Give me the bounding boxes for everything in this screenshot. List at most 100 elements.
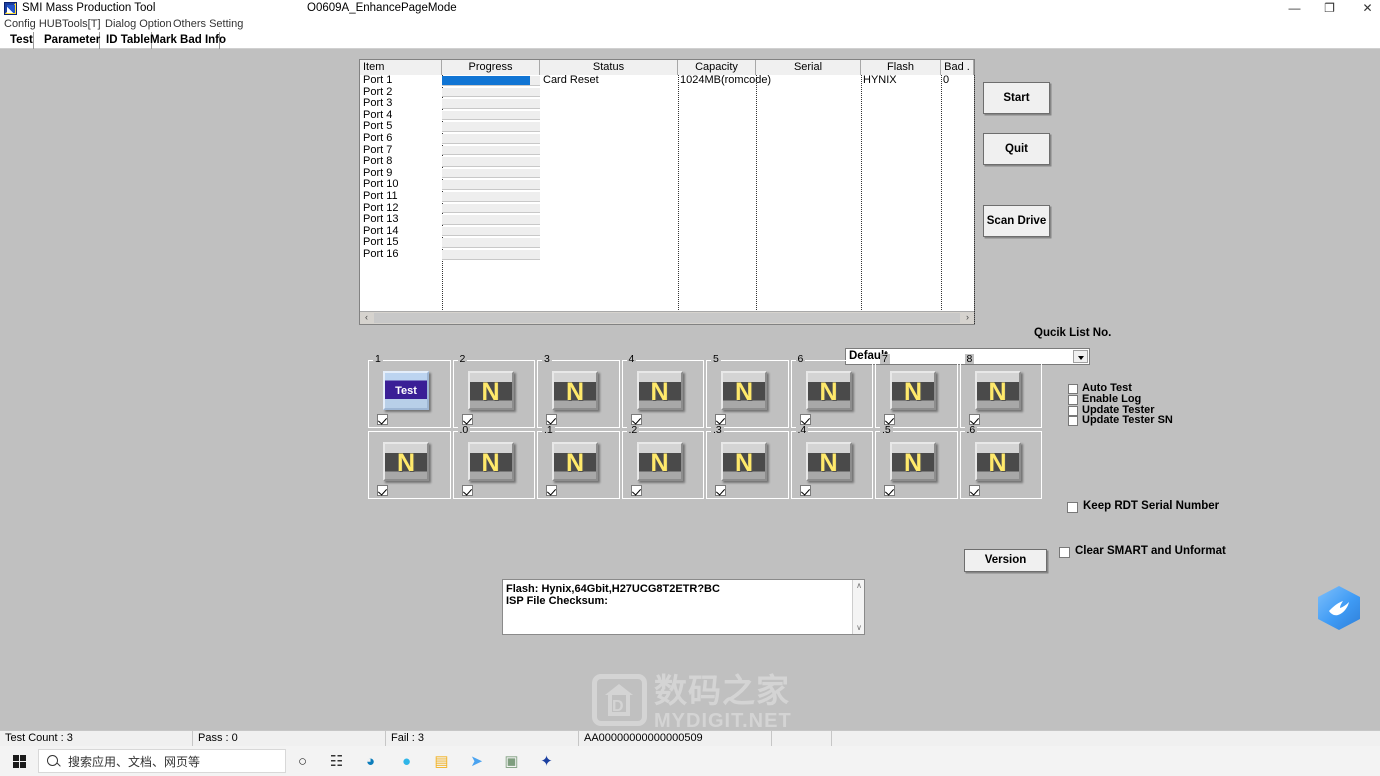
table-row[interactable]: Port 13 [360,214,974,226]
table-row[interactable]: Port 4 [360,109,974,122]
monitor-app-icon[interactable]: ▣ [500,750,523,773]
close-button[interactable]: ✕ [1345,0,1380,17]
tab-mark-bad-info[interactable]: Mark Bad Info [144,32,226,49]
table-row[interactable]: Port 14 [360,225,974,238]
bird-app-icon[interactable]: ➤ [465,750,488,773]
scan-drive-button[interactable]: Scan Drive [983,205,1050,237]
port-tile-group[interactable]: .5 N [875,425,958,499]
column-header-status[interactable]: Status [540,60,678,75]
column-header-progress[interactable]: Progress [442,60,540,75]
file-explorer-icon[interactable]: ▤ [430,750,453,773]
table-row[interactable]: Port 5 [360,121,974,133]
taskbar-search-input[interactable]: 搜索应用、文档、网页等 [38,749,286,773]
port-tile-group[interactable]: .2 N [621,425,704,499]
port-chip-idle[interactable]: N [552,371,598,410]
port-chip-idle[interactable]: N [552,442,598,481]
table-row[interactable]: Port 3 [360,98,974,110]
port-tile-group[interactable]: .1 N [537,425,620,499]
port-enable-checkbox[interactable] [377,485,388,496]
port-tile-group[interactable]: .4 N [790,425,873,499]
column-header-bad[interactable]: Bad . [941,60,974,75]
port-tile-group[interactable]: .3 N [706,425,789,499]
scroll-left-icon[interactable]: ‹ [360,312,373,324]
port-enable-checkbox[interactable] [461,485,473,496]
port-enable-checkbox[interactable] [799,485,811,496]
table-row[interactable]: Port 10 [360,179,974,191]
port-chip-idle[interactable]: N [721,371,767,410]
tab-parameter[interactable]: Parameter [38,32,100,49]
port-tile-group[interactable]: 7N [875,354,958,428]
port-tile-group[interactable]: .0 N [452,425,535,499]
start-menu-button[interactable] [5,750,35,772]
checkbox[interactable] [1067,502,1078,513]
menu-item-config-hub[interactable]: Config HUB [4,17,62,32]
port-enable-checkbox[interactable] [546,485,557,496]
port-enable-checkbox[interactable] [968,485,980,496]
port-chip-idle[interactable]: N [805,442,852,481]
port-tile-group[interactable]: 8N [959,354,1042,428]
column-header-serial[interactable]: Serial [756,60,861,75]
port-tile-group[interactable]: 1 Test [368,354,451,428]
table-row[interactable]: Port 7 [360,144,974,157]
browser-icon[interactable]: ● [395,750,418,773]
table-row[interactable]: Port 2 [360,86,974,99]
table-row[interactable]: Port 1 Card Reset 1024MB(romcode) HYNIX 0 [360,74,974,87]
port-enable-checkbox[interactable] [715,485,726,496]
checkbox[interactable] [1068,405,1078,416]
checkbox[interactable] [1068,384,1078,394]
port-chip-idle[interactable]: N [974,442,1021,481]
table-row[interactable]: Port 8 [360,156,974,168]
port-chip-idle[interactable]: N [974,371,1021,410]
smi-tool-icon[interactable]: ✦ [535,750,558,773]
port-tile-group[interactable]: 6N [790,354,873,428]
quit-button[interactable]: Quit [983,133,1050,165]
table-row[interactable]: Port 11 [360,190,974,203]
checkbox[interactable] [1068,416,1078,427]
info-log-box[interactable]: Flash: Hynix,64Gbit,H27UCG8T2ETR?BC ISP … [502,579,865,635]
tab-test[interactable]: Test [4,32,34,49]
port-chip-idle[interactable]: N [467,442,514,481]
port-chip-testing[interactable]: Test [383,371,429,410]
column-header-flash[interactable]: Flash [861,60,941,75]
menu-item-dialog-option[interactable]: Dialog Option [105,17,172,32]
port-enable-checkbox[interactable] [630,485,642,496]
floating-bird-icon[interactable] [1318,586,1360,630]
port-tile-group[interactable]: 2N [452,354,535,428]
scroll-right-icon[interactable]: › [961,312,974,324]
checkbox[interactable] [1059,547,1070,558]
table-row[interactable]: Port 6 [360,132,974,145]
log-vertical-scrollbar[interactable]: ∧ ∨ [852,580,864,634]
port-tile-group[interactable]: 5N [706,354,789,428]
scroll-down-icon[interactable]: ∨ [853,622,865,634]
scrollbar-thumb[interactable] [374,313,960,323]
port-tile-group[interactable]: N [368,431,451,499]
chevron-down-icon[interactable] [1073,350,1088,363]
column-header-item[interactable]: Item [360,60,442,75]
scroll-up-icon[interactable]: ∧ [853,580,865,592]
port-chip-idle[interactable]: N [383,442,429,481]
port-chip-idle[interactable]: N [805,371,852,410]
port-chip-idle[interactable]: N [890,442,936,481]
port-chip-idle[interactable]: N [636,442,683,481]
table-row[interactable]: Port 15 [360,237,974,249]
port-chip-idle[interactable]: N [636,371,683,410]
port-tile-group[interactable]: .6 N [959,425,1042,499]
table-row[interactable]: Port 16 [360,248,974,261]
start-button[interactable]: Start [983,82,1050,114]
column-header-capacity[interactable]: Capacity [678,60,756,75]
menu-item-others-setting[interactable]: Others Setting [173,17,243,32]
edge-icon[interactable]: ◕ [359,750,382,773]
cortana-icon[interactable]: ○ [291,750,314,773]
menu-item-tools-t[interactable]: Tools[T] [62,17,101,32]
port-tile-group[interactable]: 4N [621,354,704,428]
port-chip-idle[interactable]: N [721,442,767,481]
checkbox[interactable] [1068,394,1078,405]
task-view-icon[interactable]: ☷ [325,750,348,773]
port-enable-checkbox[interactable] [884,485,895,496]
port-tile-group[interactable]: 3N [537,354,620,428]
port-chip-idle[interactable]: N [467,371,514,410]
port-enable-checkbox[interactable] [377,414,388,425]
table-row[interactable]: Port 12 [360,202,974,215]
port-chip-idle[interactable]: N [890,371,936,410]
table-row[interactable]: Port 9 [360,167,974,180]
